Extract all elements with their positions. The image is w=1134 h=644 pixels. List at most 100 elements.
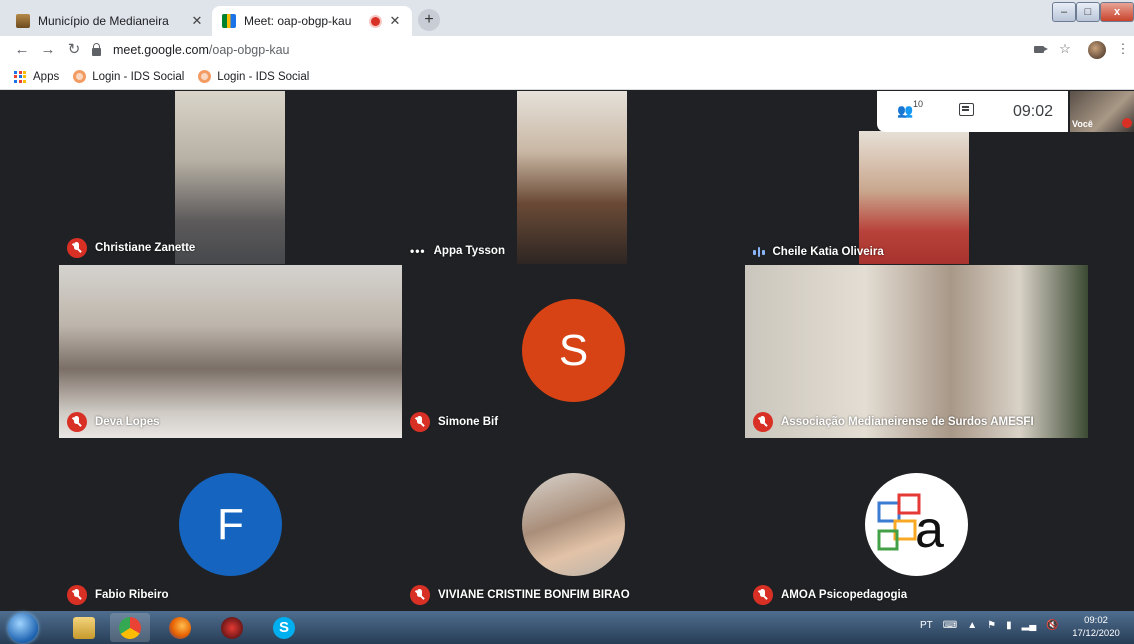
url-path: /oap-obgp-kau xyxy=(208,43,290,57)
tab-municipio[interactable]: Município de Medianeira ✕ xyxy=(6,6,214,36)
amoa-logo-avatar: a xyxy=(865,473,968,576)
volume-muted-icon[interactable]: 🔇 xyxy=(1046,620,1058,631)
lock-icon xyxy=(92,42,101,56)
avatar-initial: F xyxy=(217,499,244,549)
bookmark-ids-social-1[interactable]: Login - IDS Social xyxy=(73,70,184,83)
municipio-favicon-icon xyxy=(16,14,30,28)
camera-in-use-icon[interactable] xyxy=(1030,40,1048,58)
tab-meet[interactable]: Meet: oap-obgp-kau ✕ xyxy=(212,6,412,36)
new-tab-button[interactable]: + xyxy=(418,9,440,31)
self-label: Você xyxy=(1072,119,1093,129)
mic-off-icon xyxy=(410,412,430,432)
ids-social-icon xyxy=(73,70,87,83)
video-feed xyxy=(517,91,627,264)
network-icon[interactable]: ▮ xyxy=(1006,620,1012,631)
tab-title: Município de Medianeira xyxy=(38,14,169,28)
address-bar[interactable]: meet.google.com/oap-obgp-kau xyxy=(92,39,1052,61)
menu-kebab-icon[interactable]: ⋮ xyxy=(1114,40,1132,58)
participant-name: Simone Bif xyxy=(410,412,498,432)
language-indicator[interactable]: PT xyxy=(920,620,933,631)
close-window-button[interactable]: x xyxy=(1100,2,1134,22)
puzzle-logo-icon: a xyxy=(877,493,944,559)
browser-toolbar: ← → ↻ meet.google.com/oap-obgp-kau ☆ ⋮ xyxy=(0,36,1134,64)
firefox-icon xyxy=(169,616,191,639)
url-domain: meet.google.com xyxy=(113,43,209,57)
participant-avatar: F xyxy=(179,473,282,576)
participant-tile[interactable]: Associação Medianeirense de Surdos AMESF… xyxy=(745,265,1088,438)
close-tab-icon[interactable]: ✕ xyxy=(388,13,402,29)
mic-off-icon xyxy=(67,585,87,605)
taskbar-explorer[interactable] xyxy=(64,613,104,642)
people-icon[interactable]: 👥 xyxy=(897,103,913,119)
participant-avatar: S xyxy=(522,299,625,402)
video-feed xyxy=(859,131,969,264)
clock-time: 09:02 xyxy=(1084,615,1108,626)
participant-name: VIVIANE CRISTINE BONFIM BIRAO xyxy=(410,585,630,605)
ids-social-icon xyxy=(198,70,212,83)
system-tray: PT ⌨ ▲ ⚑ ▮ ▂▄ 🔇 xyxy=(920,620,1059,631)
chat-icon[interactable] xyxy=(959,103,974,116)
mic-off-icon xyxy=(753,412,773,432)
participant-name: ••• Appa Tysson xyxy=(410,244,505,258)
participant-count: 10 xyxy=(913,99,924,109)
participant-tile[interactable]: VIVIANE CRISTINE BONFIM BIRAO xyxy=(402,439,745,611)
taskbar-firefox[interactable] xyxy=(160,613,200,642)
tab-title: Meet: oap-obgp-kau xyxy=(244,14,352,28)
app-icon xyxy=(221,616,243,639)
participant-photo-avatar xyxy=(522,473,625,576)
profile-avatar[interactable] xyxy=(1088,41,1106,59)
participant-name: Deva Lopes xyxy=(67,412,160,432)
meet-grid: Christiane Zanette ••• Appa Tysson Cheile… xyxy=(0,91,1134,611)
mic-off-icon xyxy=(1122,118,1132,128)
signal-icon[interactable]: ▂▄ xyxy=(1022,620,1037,631)
browser-tab-strip: Município de Medianeira ✕ Meet: oap-obgp… xyxy=(0,0,1134,36)
participant-name: Fabio Ribeiro xyxy=(67,585,168,605)
participant-tile[interactable]: F Fabio Ribeiro xyxy=(59,439,402,611)
forward-arrow-icon[interactable]: → xyxy=(38,40,58,60)
bookmark-label: Login - IDS Social xyxy=(92,70,185,83)
meet-top-controls: 👥 10 09:02 xyxy=(877,91,1068,132)
apps-grid-icon xyxy=(14,70,26,83)
participant-name: Christiane Zanette xyxy=(67,238,195,258)
avatar-initial: S xyxy=(558,325,589,375)
svg-text:a: a xyxy=(915,501,944,559)
taskbar-skype[interactable]: S xyxy=(264,613,304,642)
mic-off-icon xyxy=(67,412,87,432)
participant-tile[interactable]: Christiane Zanette xyxy=(59,91,402,264)
taskbar-chrome[interactable] xyxy=(110,613,150,642)
meet-favicon-icon xyxy=(222,14,236,28)
speaking-indicator-icon xyxy=(753,247,765,257)
maximize-button[interactable]: □ xyxy=(1076,2,1100,22)
participant-tile[interactable]: Deva Lopes xyxy=(59,265,402,438)
participant-name: Cheile Katia Oliveira xyxy=(753,246,884,258)
taskbar-clock[interactable]: 09:02 17/12/2020 xyxy=(1064,614,1128,640)
back-arrow-icon[interactable]: ← xyxy=(12,40,32,60)
bookmark-label: Login - IDS Social xyxy=(217,70,310,83)
taskbar-app[interactable] xyxy=(212,613,252,642)
bookmark-star-icon[interactable]: ☆ xyxy=(1056,40,1074,58)
windows-taskbar: S PT ⌨ ▲ ⚑ ▮ ▂▄ 🔇 09:02 17/12/2020 xyxy=(0,611,1134,644)
keyboard-icon[interactable]: ⌨ xyxy=(943,620,957,631)
minimize-button[interactable]: – xyxy=(1052,2,1076,22)
bookmark-apps[interactable]: Apps xyxy=(14,70,60,83)
mic-off-icon xyxy=(67,238,87,258)
folder-icon xyxy=(73,616,95,639)
bookmarks-bar: Apps Login - IDS Social Login - IDS Soci… xyxy=(0,64,1134,90)
participant-tile[interactable]: ••• Appa Tysson xyxy=(402,91,745,264)
skype-icon: S xyxy=(273,616,295,639)
meeting-clock: 09:02 xyxy=(1013,103,1054,120)
participant-tile[interactable]: a AMOA Psicopedagogia xyxy=(745,439,1088,611)
connecting-dots-icon: ••• xyxy=(410,244,426,258)
participant-tile[interactable]: S Simone Bif xyxy=(402,265,745,438)
show-hidden-icons-icon[interactable]: ▲ xyxy=(967,620,977,631)
bookmark-ids-social-2[interactable]: Login - IDS Social xyxy=(198,70,309,83)
close-tab-icon[interactable]: ✕ xyxy=(190,13,204,29)
action-center-flag-icon[interactable]: ⚑ xyxy=(987,620,996,631)
start-button[interactable] xyxy=(8,613,38,643)
chrome-icon xyxy=(119,616,141,639)
self-view-tile[interactable]: Você xyxy=(1070,91,1134,132)
mic-off-icon xyxy=(410,585,430,605)
bookmark-label: Apps xyxy=(33,70,60,83)
mic-off-icon xyxy=(753,585,773,605)
reload-icon[interactable]: ↻ xyxy=(64,40,84,60)
